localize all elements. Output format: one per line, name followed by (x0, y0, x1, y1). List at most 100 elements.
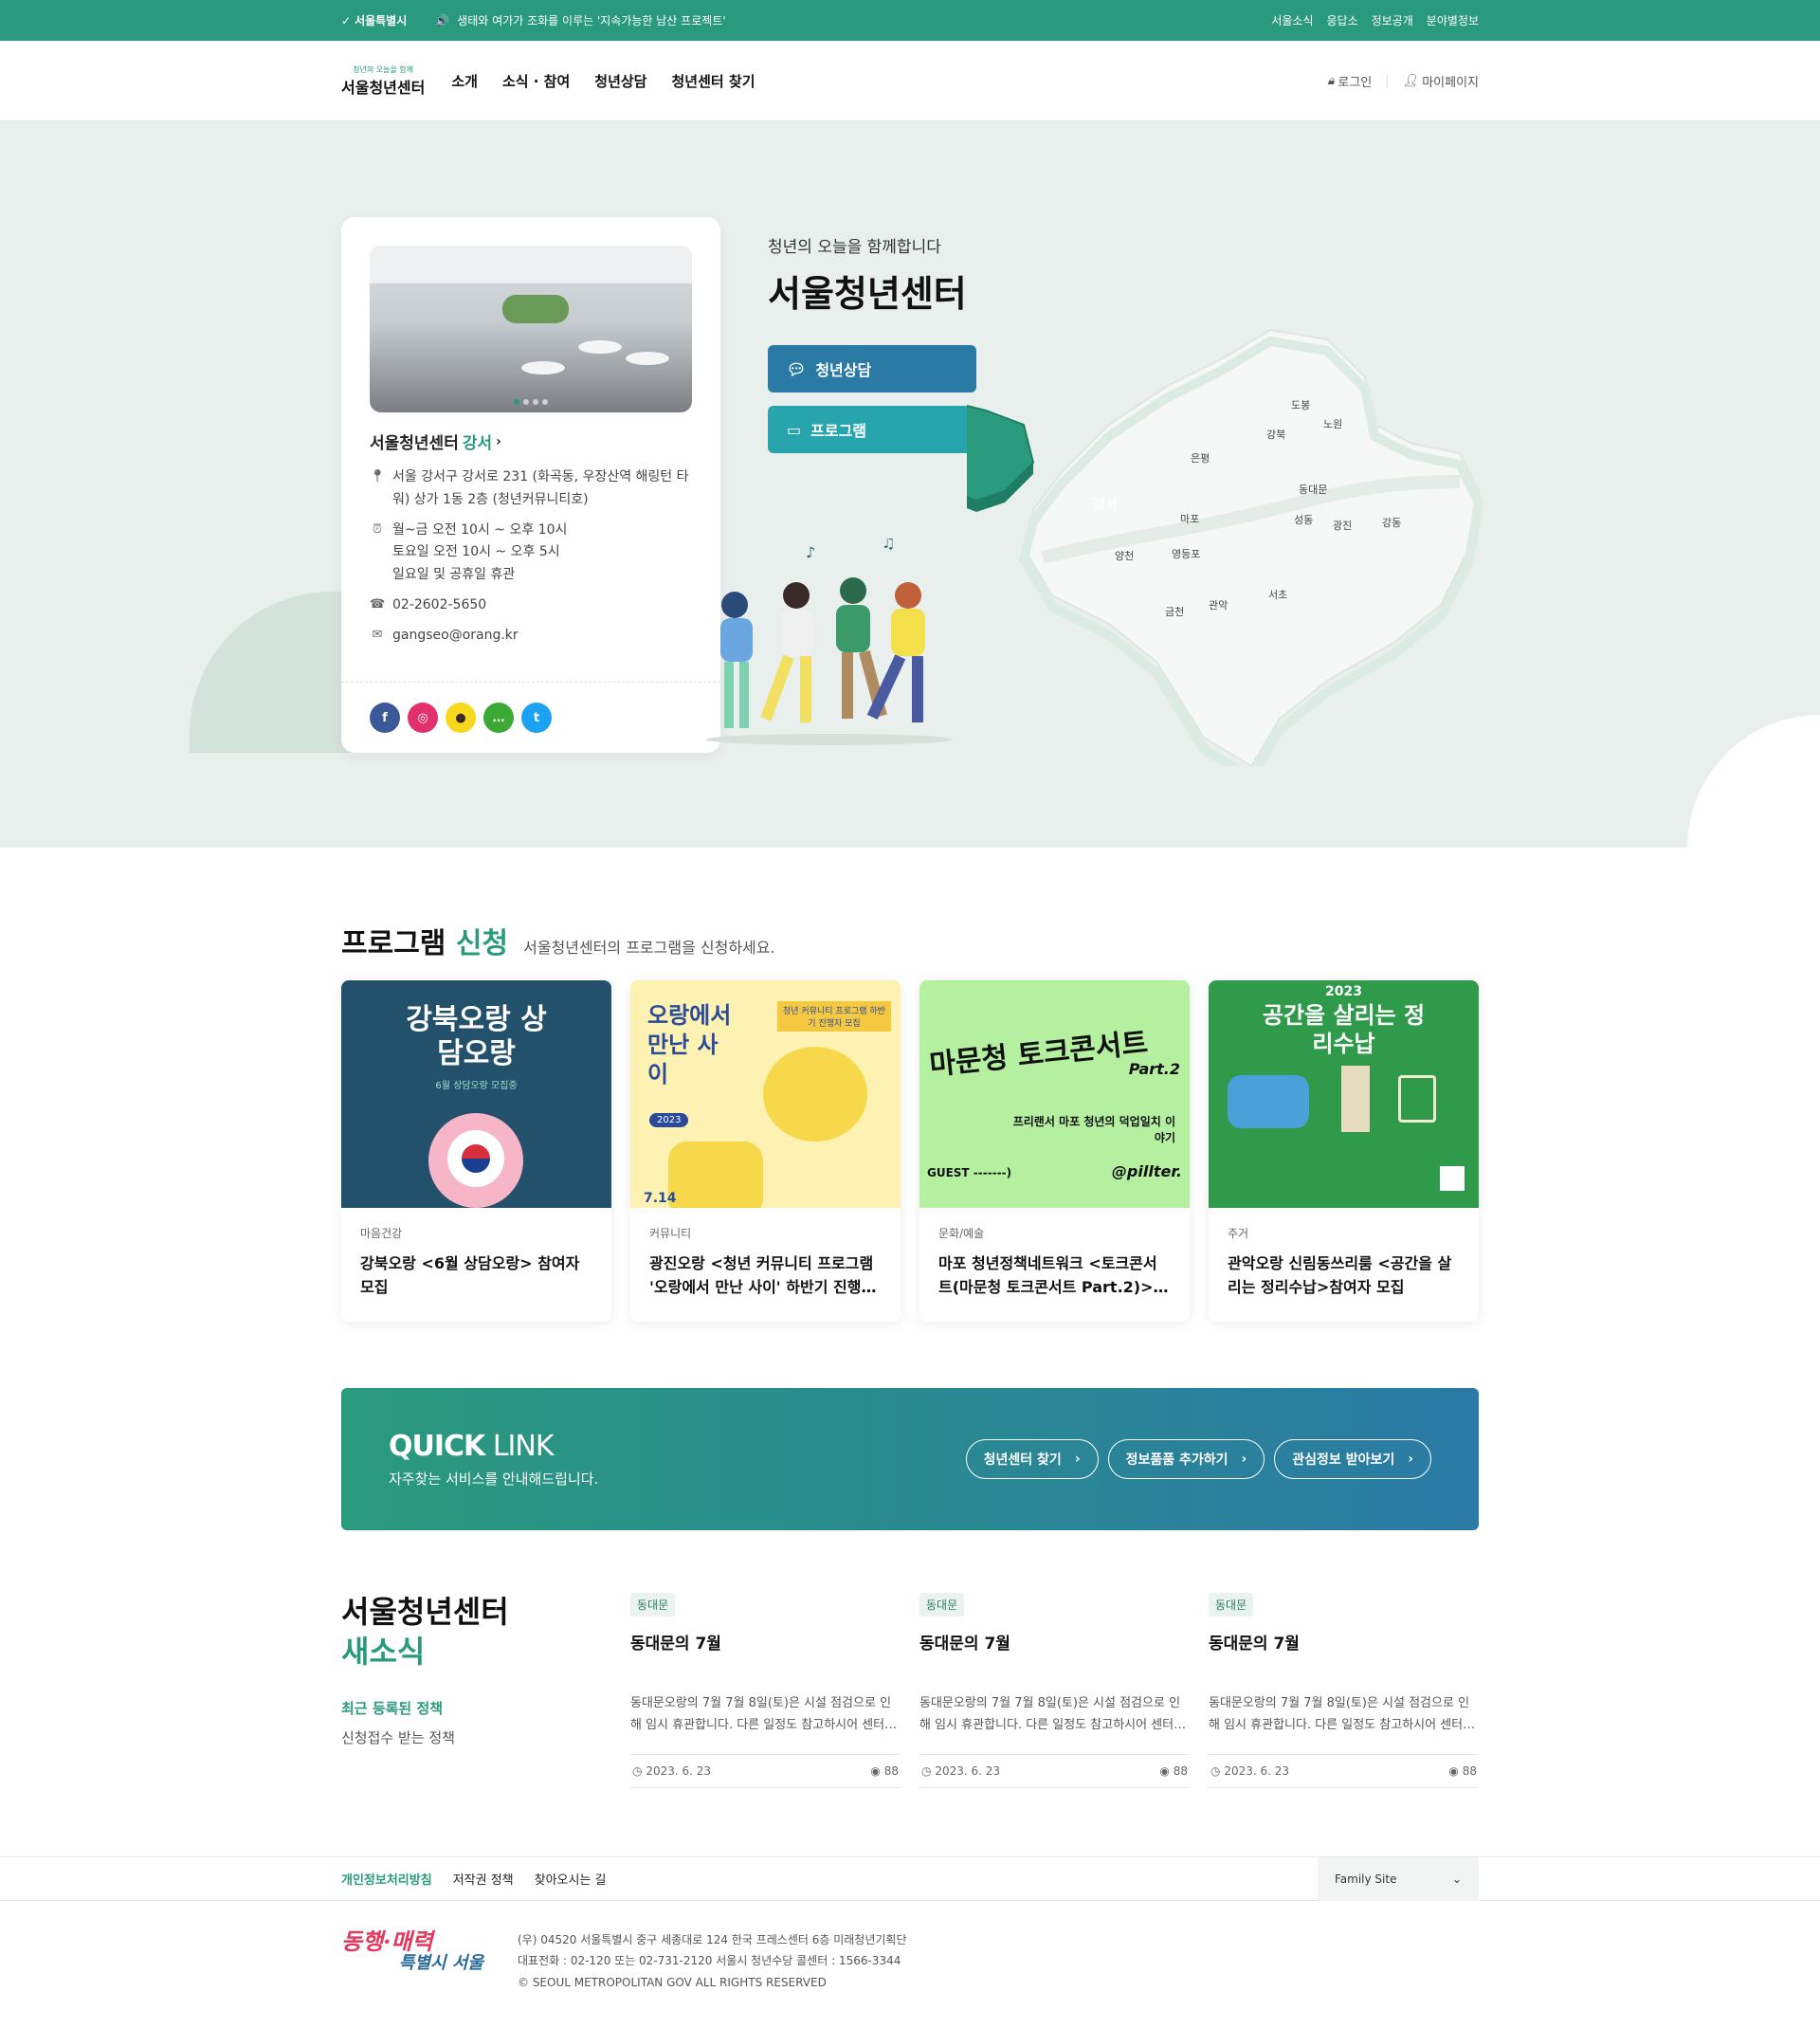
login-link[interactable]: 🔒︎ 로그인 (1327, 72, 1372, 90)
top-notice[interactable]: 🔊 생태와 여가가 조화를 이루는 '지속가능한 남산 프로젝트' (435, 12, 725, 28)
program-card[interactable]: 2023 공간을 살리는 정리수납 주거 관악오랑 신림동쓰리룸 <공간을 살리… (1209, 980, 1479, 1322)
quick-link-banner: QUICK LINK 자주찾는 서비스를 안내해드립니다. 청년센터 찾기 › 정… (341, 1388, 1479, 1530)
instagram-icon[interactable]: ◎ (408, 703, 438, 733)
quick-link-desc: 자주찾는 서비스를 안내해드립니다. (389, 1471, 599, 1488)
user-icon: 👤︎ (1402, 74, 1419, 88)
hours-text: 월~금 오전 10시 ~ 오후 10시 토요일 오전 10시 ~ 오후 5시 일요일… (392, 520, 567, 587)
email-text[interactable]: gangseo@orang.kr (392, 625, 519, 648)
news-item-desc: 동대문오랑의 7월 7월 8일(토)은 시설 점검으로 인해 임시 휴관합니다.… (1209, 1696, 1479, 1732)
kakao-icon[interactable]: ● (446, 703, 476, 733)
top-links: 서울소식 응답소 정보공개 분야별정보 (1271, 12, 1479, 28)
program-card[interactable]: 오랑에서 만난 사이 청년 커뮤니티 프로그램 하반기 진행자 모집 2023 … (630, 980, 901, 1322)
hours-holiday: 일요일 및 공휴일 휴관 (392, 567, 516, 583)
family-site-select[interactable]: Family Site ⌄ (1318, 1856, 1479, 1901)
top-link-news[interactable]: 서울소식 (1271, 12, 1313, 28)
clock-icon: ◷ (921, 1763, 932, 1778)
poster-sub: 6월 상담오랑 모집중 (435, 1081, 518, 1091)
find-center-button[interactable]: 청년센터 찾기 › (965, 1439, 1099, 1479)
top-link-field-info[interactable]: 분야별정보 (1427, 12, 1479, 28)
seoul-logo[interactable]: ✓ 서울특별시 (341, 12, 407, 28)
mypage-label: 마이페이지 (1422, 76, 1479, 90)
poster-sub: 청년 커뮤니티 프로그램 하반기 진행자 모집 (777, 1001, 891, 1032)
seoul-slogan-logo: 동행·매력 특별시 서울 (341, 1927, 483, 1973)
news-item-title: 동대문의 7월 (919, 1635, 1010, 1653)
hero-subtitle: 청년의 오늘을 함께합니다 (768, 238, 941, 257)
directions-link[interactable]: 찾아오시는 길 (535, 1870, 607, 1888)
seoul-logo-text: 서울특별시 (355, 14, 408, 27)
news-tag: 동대문 (630, 1593, 676, 1617)
program-body: 마음건강 강북오랑 <6월 상담오랑> 참여자 모집 (341, 1208, 611, 1322)
news-card[interactable]: 동대문 동대문의 7월 동대문오랑의 7월 7월 8일(토)은 시설 점검으로 … (919, 1593, 1190, 1788)
news-title: 서울청년센터 새소식 (341, 1593, 630, 1672)
program-title: 마포 청년정책네트워크 <토크콘서트(마문청 토크콘서트 Part.2)> 참여… (938, 1254, 1157, 1296)
photo-ceiling (370, 246, 692, 283)
center-photo[interactable] (370, 246, 692, 412)
mypage-link[interactable]: 👤︎ 마이페이지 (1403, 72, 1479, 90)
quick-title-bold: QUICK (389, 1430, 485, 1463)
photo-table (578, 340, 622, 354)
program-title: 관악오랑 신림동쓰리룸 <공간을 살리는 정리수납>참여자 모집 (1228, 1254, 1452, 1296)
news-tab-open[interactable]: 신청접수 받는 정책 (341, 1727, 630, 1747)
poster-guest: GUEST -------) (927, 1166, 1012, 1179)
slider-dots[interactable] (514, 399, 548, 405)
news-date: ◷ 2023. 6. 23 (921, 1763, 1001, 1778)
top-link-response[interactable]: 응답소 (1327, 12, 1358, 28)
photo-table (626, 352, 669, 365)
site-logo[interactable]: 청년의 오늘을 함께 서울청년센터 (341, 64, 425, 98)
news-tag: 동대문 (1209, 1593, 1254, 1617)
naver-talk-icon[interactable]: … (483, 703, 514, 733)
twitter-icon[interactable]: t (521, 703, 552, 733)
counsel-button[interactable]: 💬︎ 청년상담 (768, 345, 976, 393)
news-card[interactable]: 동대문 동대문의 7월 동대문오랑의 7월 7월 8일(토)은 시설 점검으로 … (630, 1593, 901, 1788)
nav-item-find-center[interactable]: 청년센터 찾기 (671, 71, 755, 91)
footer-address: (우) 04520 서울특별시 중구 세종대로 124 한국 프레스센터 6층 … (518, 1929, 907, 1994)
news-card[interactable]: 동대문 동대문의 7월 동대문오랑의 7월 7월 8일(토)은 시설 점검으로 … (1209, 1593, 1479, 1788)
clock-icon: ◷ (632, 1763, 643, 1778)
add-info-button[interactable]: 정보품품 추가하기 › (1107, 1439, 1265, 1479)
program-image: 마문청 토크콘서트 Part.2 프리랜서 마포 청년의 덕업일치 이야기 GU… (919, 980, 1190, 1208)
seoul-logo-icon: ✓ (341, 13, 352, 27)
copyright-policy-link[interactable]: 저작권 정책 (453, 1870, 514, 1888)
facebook-icon[interactable]: f (370, 703, 400, 733)
program-card[interactable]: 강북오랑 상담오랑 6월 상담오랑 모집중 마음건강 강북오랑 <6월 상담오랑… (341, 980, 611, 1322)
center-district: 강서 (462, 434, 493, 453)
news-meta: ◷ 2023. 6. 23 ◉ 88 (1209, 1753, 1479, 1788)
top-bar: ✓ 서울특별시 🔊 생태와 여가가 조화를 이루는 '지속가능한 남산 프로젝트… (0, 0, 1820, 41)
news-tab-recent[interactable]: 최근 등록된 정책 (341, 1698, 630, 1718)
poster-year: 2023 (1325, 984, 1362, 999)
news-item-desc: 동대문오랑의 7월 7월 8일(토)은 시설 점검으로 인해 임시 휴관합니다.… (630, 1696, 901, 1732)
news-tag: 동대문 (919, 1593, 965, 1617)
program-button[interactable]: ▭ 프로그램 (768, 406, 976, 453)
program-category: 커뮤니티 (649, 1227, 692, 1240)
poster-handle: @pillter. (1111, 1162, 1182, 1180)
hero-curve (1687, 715, 1820, 848)
top-link-disclosure[interactable]: 정보공개 (1372, 12, 1413, 28)
card-divider (341, 682, 720, 683)
program-card[interactable]: 마문청 토크콘서트 Part.2 프리랜서 마포 청년의 덕업일치 이야기 GU… (919, 980, 1190, 1322)
program-title: 광진오랑 <청년 커뮤니티 프로그램 '오랑에서 만난 사이' 하반기 진행자 … (649, 1254, 876, 1296)
program-header: 프로그램 신청 서울청년센터의 프로그램을 신청하세요. (341, 920, 1479, 961)
center-name[interactable]: 서울청년센터 강서 › (370, 429, 692, 454)
program-button-label: 프로그램 (810, 422, 867, 440)
program-title-text: 프로그램 (341, 927, 446, 960)
svg-text:♪: ♪ (806, 543, 815, 561)
program-list: 강북오랑 상담오랑 6월 상담오랑 모집중 마음건강 강북오랑 <6월 상담오랑… (341, 980, 1479, 1322)
nav-item-counsel[interactable]: 청년상담 (594, 71, 646, 91)
nav-item-about[interactable]: 소개 (451, 71, 478, 91)
program-title-accent: 신청 (455, 927, 509, 960)
poster-title: 오랑에서 만난 사이 (647, 1002, 732, 1088)
qr-code (1440, 1166, 1465, 1191)
chevron-right-icon: › (1074, 1452, 1081, 1467)
privacy-policy-link[interactable]: 개인정보처리방침 (341, 1870, 432, 1888)
program-title: 프로그램 신청 (341, 920, 508, 961)
nav-item-news[interactable]: 소식 · 참여 (502, 71, 570, 91)
notice-text: 생태와 여가가 조화를 이루는 '지속가능한 남산 프로젝트' (457, 14, 726, 27)
phone-icon: ☎︎ (370, 596, 386, 612)
subscribe-info-button[interactable]: 관심정보 받아보기 › (1274, 1439, 1431, 1479)
photo-plant (502, 295, 569, 323)
phone-text[interactable]: 02-2602-5650 (392, 594, 486, 617)
family-site-label: Family Site (1335, 1872, 1397, 1886)
program-section: 프로그램 신청 서울청년센터의 프로그램을 신청하세요. 강북오랑 상담오랑 6… (0, 848, 1820, 1322)
chevron-right-icon: › (496, 433, 501, 449)
footer-nav: 개인정보처리방침 저작권 정책 찾아오시는 길 Family Site ⌄ (0, 1856, 1820, 1901)
